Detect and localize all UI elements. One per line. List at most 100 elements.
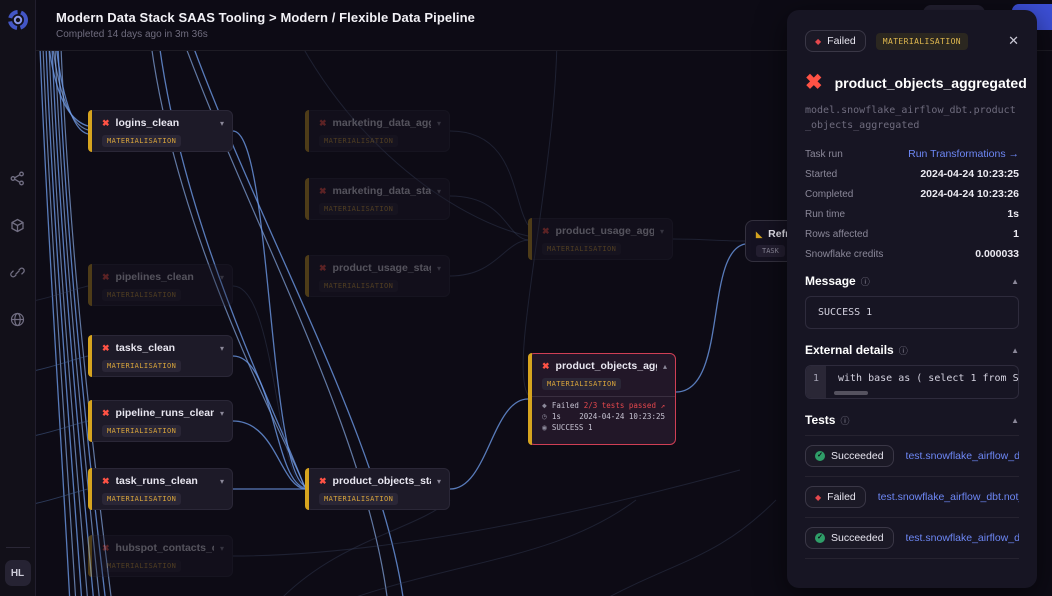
graph-node-marketing-data-staging[interactable]: ✖ marketing_data_staging ▾ MATERIALISATI… bbox=[305, 178, 450, 220]
node-divider bbox=[529, 396, 675, 397]
close-icon[interactable]: ✕ bbox=[1008, 33, 1019, 49]
status-badge: ◆ Failed bbox=[805, 30, 866, 52]
field-label: Rows affected bbox=[805, 229, 868, 240]
chevron-down-icon[interactable]: ▾ bbox=[220, 544, 224, 553]
node-type-badge: MATERIALISATION bbox=[319, 280, 398, 292]
message-heading: Message bbox=[805, 274, 856, 288]
node-label: marketing_data_staging bbox=[333, 185, 431, 197]
divider bbox=[805, 558, 1019, 559]
node-timestamp: 2024-04-24 10:23:25 bbox=[579, 412, 665, 421]
node-status-stripe bbox=[88, 335, 92, 377]
node-label: pipeline_runs_clean bbox=[116, 407, 214, 419]
node-type-badge: MATERIALISATION bbox=[542, 243, 621, 255]
graph-node-task-runs-clean[interactable]: ✖ task_runs_clean ▾ MATERIALISATION bbox=[88, 468, 233, 510]
node-label: product_usage_staging bbox=[333, 262, 431, 274]
sql-code-box[interactable]: 1 with base as ( select 1 from SNOWFLAKE bbox=[805, 365, 1019, 399]
collapse-icon[interactable]: ▲ bbox=[1011, 416, 1019, 425]
succeeded-check-icon: ✓ bbox=[815, 451, 825, 461]
globe-icon[interactable] bbox=[10, 312, 25, 327]
task-run-link[interactable]: Run Transformations → bbox=[908, 148, 1019, 160]
node-status-stripe bbox=[305, 255, 309, 297]
chevron-down-icon[interactable]: ▾ bbox=[437, 119, 441, 128]
external-details-heading: External details bbox=[805, 343, 894, 357]
collapse-icon[interactable]: ▲ bbox=[1011, 346, 1019, 355]
field-row: Completed 2024-04-24 10:23:26 bbox=[805, 188, 1019, 200]
chevron-down-icon[interactable]: ▾ bbox=[660, 227, 664, 236]
test-status-badge: ◆ Failed bbox=[805, 486, 866, 508]
test-link[interactable]: test.snowflake_airflow_dbt.not_null_pr bbox=[906, 532, 1019, 544]
node-type-badge: MATERIALISATION bbox=[102, 360, 181, 372]
status-circle-icon: ◉ bbox=[542, 423, 547, 432]
chevron-up-icon[interactable]: ▴ bbox=[663, 362, 667, 371]
graph-node-product-usage-staging[interactable]: ✖ product_usage_staging ▾ MATERIALISATIO… bbox=[305, 255, 450, 297]
clock-icon: ◷ bbox=[542, 412, 547, 421]
test-status-label: Succeeded bbox=[831, 450, 884, 462]
node-status-stripe bbox=[88, 535, 92, 577]
failed-diamond-icon: ◆ bbox=[815, 37, 821, 46]
node-type-badge: MATERIALISATION bbox=[319, 493, 398, 505]
field-row: Task run Run Transformations → bbox=[805, 148, 1019, 160]
graph-node-logins-clean[interactable]: ✖ logins_clean ▾ MATERIALISATION bbox=[88, 110, 233, 152]
node-label: product_objects_aggregated bbox=[556, 360, 657, 372]
node-details-panel: ◆ Failed MATERIALISATION ✕ ✖ product_obj… bbox=[787, 10, 1037, 588]
node-label: hubspot_contacts_clean bbox=[116, 542, 214, 554]
node-status-stripe bbox=[305, 110, 309, 152]
node-status: Failed bbox=[552, 401, 579, 410]
failed-diamond-icon: ◆ bbox=[542, 401, 547, 410]
chevron-down-icon[interactable]: ▾ bbox=[220, 344, 224, 353]
dbt-icon: ✖ bbox=[102, 343, 110, 353]
tests-summary-link[interactable]: 2/3 tests passed ↗ bbox=[584, 401, 665, 410]
dbt-icon: ✖ bbox=[102, 272, 110, 282]
chevron-down-icon[interactable]: ▾ bbox=[220, 119, 224, 128]
node-status-stripe bbox=[528, 218, 532, 260]
info-icon: ⓘ bbox=[840, 414, 849, 427]
test-link[interactable]: test.snowflake_airflow_dbt.not_null_pr bbox=[878, 491, 1019, 503]
test-status-label: Failed bbox=[827, 491, 856, 503]
horizontal-scrollbar[interactable] bbox=[834, 391, 868, 395]
integrations-link-icon[interactable] bbox=[10, 265, 25, 280]
page-title: Modern Data Stack SAAS Tooling > Modern … bbox=[56, 10, 475, 25]
dbt-icon: ✖ bbox=[319, 118, 327, 128]
graph-node-product-usage-aggregated[interactable]: ✖ product_usage_aggregated ▾ MATERIALISA… bbox=[528, 218, 673, 260]
graph-node-product-objects-aggregated-selected[interactable]: ✖ product_objects_aggregated ▴ MATERIALI… bbox=[528, 353, 676, 445]
status-label: Failed bbox=[827, 35, 856, 47]
node-message: SUCCESS 1 bbox=[552, 423, 593, 432]
pipeline-graph-icon[interactable] bbox=[10, 171, 25, 186]
node-label: task_runs_clean bbox=[116, 475, 214, 487]
field-row: Run time 1s bbox=[805, 208, 1019, 220]
node-type-badge: MATERIALISATION bbox=[319, 203, 398, 215]
graph-node-pipeline-runs-clean[interactable]: ✖ pipeline_runs_clean ▾ MATERIALISATION bbox=[88, 400, 233, 442]
chevron-down-icon[interactable]: ▾ bbox=[220, 477, 224, 486]
chevron-down-icon[interactable]: ▾ bbox=[437, 477, 441, 486]
assets-cube-icon[interactable] bbox=[10, 218, 25, 233]
field-row: Snowflake credits 0.000033 bbox=[805, 248, 1019, 260]
node-type-badge: TASK bbox=[756, 245, 785, 257]
node-type-badge: MATERIALISATION bbox=[102, 560, 181, 572]
succeeded-check-icon: ✓ bbox=[815, 533, 825, 543]
node-label: tasks_clean bbox=[116, 342, 214, 354]
node-runtime: 1s bbox=[552, 412, 561, 421]
test-link[interactable]: test.snowflake_airflow_dbt.unique_pro bbox=[906, 450, 1019, 462]
user-avatar[interactable]: HL bbox=[5, 560, 31, 586]
graph-node-marketing-data-aggregated[interactable]: ✖ marketing_data_aggregated ▾ MATERIALIS… bbox=[305, 110, 450, 152]
task-icon: ◣ bbox=[756, 230, 762, 239]
node-status-stripe bbox=[528, 353, 532, 445]
chevron-down-icon[interactable]: ▾ bbox=[220, 273, 224, 282]
node-label: logins_clean bbox=[116, 117, 214, 129]
materialisation-badge: MATERIALISATION bbox=[876, 33, 968, 50]
app-logo-icon[interactable] bbox=[7, 9, 29, 31]
collapse-icon[interactable]: ▲ bbox=[1011, 277, 1019, 286]
chevron-down-icon[interactable]: ▾ bbox=[220, 409, 224, 418]
field-value: 1 bbox=[1013, 228, 1019, 240]
graph-node-pipelines-clean[interactable]: ✖ pipelines_clean ▾ MATERIALISATION bbox=[88, 264, 233, 306]
field-value: 0.000033 bbox=[975, 248, 1019, 260]
chevron-down-icon[interactable]: ▾ bbox=[437, 264, 441, 273]
tests-heading: Tests bbox=[805, 413, 835, 427]
graph-node-tasks-clean[interactable]: ✖ tasks_clean ▾ MATERIALISATION bbox=[88, 335, 233, 377]
panel-title: product_objects_aggregated bbox=[835, 75, 1027, 91]
graph-node-product-objects-staging[interactable]: ✖ product_objects_staging ▾ MATERIALISAT… bbox=[305, 468, 450, 510]
graph-node-hubspot-contacts-clean[interactable]: ✖ hubspot_contacts_clean ▾ MATERIALISATI… bbox=[88, 535, 233, 577]
chevron-down-icon[interactable]: ▾ bbox=[437, 187, 441, 196]
details-fields: Task run Run Transformations → Started 2… bbox=[805, 148, 1019, 260]
dbt-icon: ✖ bbox=[805, 70, 823, 95]
